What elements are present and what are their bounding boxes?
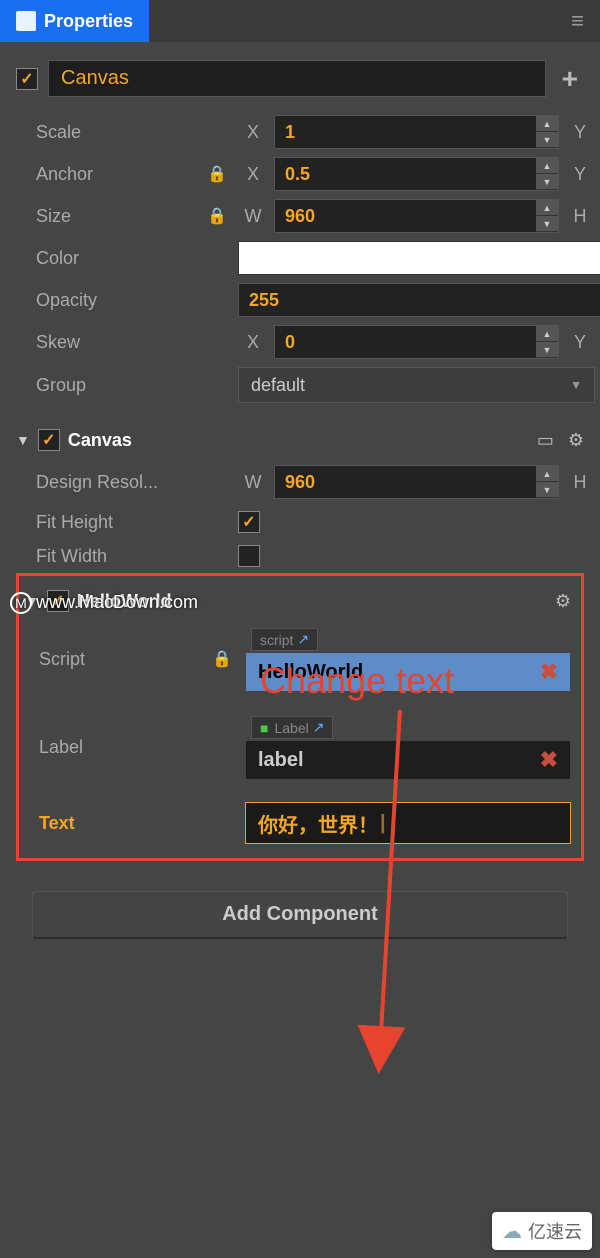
- hello-comp-title: HelloWorld: [77, 591, 172, 612]
- script-field[interactable]: HelloWorld ✖: [245, 652, 571, 692]
- stepper-up-icon[interactable]: ▲: [536, 116, 558, 132]
- group-select[interactable]: default: [238, 367, 595, 403]
- axis-x-label: X: [238, 122, 268, 143]
- panel-menu-icon[interactable]: ≡: [555, 8, 600, 34]
- fit-height-label: Fit Height: [36, 512, 196, 533]
- tab-label: Properties: [44, 11, 133, 32]
- node-enabled-checkbox[interactable]: [16, 68, 38, 90]
- design-res-label: Design Resol...: [36, 472, 196, 493]
- link-icon[interactable]: ↗: [297, 631, 309, 648]
- help-book-icon[interactable]: ▭: [537, 430, 554, 451]
- fit-height-checkbox[interactable]: [238, 511, 260, 533]
- corner-badge: ☁ 亿速云: [492, 1212, 592, 1250]
- collapse-icon[interactable]: ▼: [16, 432, 30, 448]
- fit-width-checkbox[interactable]: [238, 545, 260, 567]
- lock-icon[interactable]: 🔒: [202, 164, 232, 184]
- opacity-label: Opacity: [36, 290, 196, 311]
- axis-y-label: Y: [565, 122, 595, 143]
- scale-x-input[interactable]: ▲▼: [274, 115, 559, 149]
- annotation-highlight-box: ▼ HelloWorld ⚙ Script 🔒 script↗ HelloWor…: [16, 573, 584, 861]
- lock-icon: 🔒: [207, 649, 237, 669]
- clear-icon[interactable]: ✖: [540, 659, 558, 685]
- scale-label: Scale: [36, 122, 196, 143]
- size-w-input[interactable]: ▲▼: [274, 199, 559, 233]
- anchor-label: Anchor: [36, 164, 196, 185]
- text-input[interactable]: 你好，世界！|: [245, 802, 571, 844]
- color-label: Color: [36, 248, 196, 269]
- add-node-button[interactable]: +: [556, 63, 584, 95]
- node-name-field[interactable]: Canvas: [48, 60, 546, 97]
- properties-panel: Canvas + Scale X ▲▼ Y ▲▼ Anchor 🔒 X ▲▼ Y…: [0, 42, 600, 957]
- color-picker[interactable]: [238, 241, 600, 275]
- label-field[interactable]: label ✖: [245, 740, 571, 780]
- tab-bar: Properties ≡: [0, 0, 600, 42]
- canvas-component-header[interactable]: ▼ Canvas ▭ ⚙: [16, 429, 584, 451]
- tab-properties[interactable]: Properties: [0, 0, 149, 42]
- node-props-grid: Scale X ▲▼ Y ▲▼ Anchor 🔒 X ▲▼ Y ▲▼ Size …: [36, 115, 584, 403]
- link-icon[interactable]: ↗: [313, 719, 325, 736]
- clear-icon[interactable]: ✖: [540, 747, 558, 773]
- design-w-input[interactable]: ▲▼: [274, 465, 559, 499]
- canvas-comp-title: Canvas: [68, 430, 132, 451]
- fit-width-label: Fit Width: [36, 546, 196, 567]
- canvas-props: Design Resol... W ▲▼ H ▲▼ Fit Height Fit…: [36, 465, 584, 567]
- group-label: Group: [36, 375, 196, 396]
- hello-component-header[interactable]: ▼ HelloWorld ⚙: [25, 590, 571, 612]
- label-tag: ■Label↗: [251, 716, 333, 739]
- gear-icon[interactable]: ⚙: [555, 591, 571, 612]
- node-header: Canvas +: [16, 60, 584, 97]
- canvas-enabled-checkbox[interactable]: [38, 429, 60, 451]
- label-prop-label: Label: [39, 737, 199, 758]
- script-tag: script↗: [251, 628, 318, 651]
- size-label: Size: [36, 206, 196, 227]
- script-label: Script: [39, 649, 199, 670]
- gear-icon[interactable]: ⚙: [568, 430, 584, 451]
- cloud-icon: ☁: [502, 1219, 522, 1244]
- text-prop-label: Text: [39, 813, 199, 834]
- stepper-down-icon[interactable]: ▼: [536, 132, 558, 148]
- lock-icon[interactable]: 🔒: [202, 206, 232, 226]
- anchor-x-input[interactable]: ▲▼: [274, 157, 559, 191]
- opacity-input[interactable]: ▲▼: [238, 283, 600, 317]
- add-component-button[interactable]: Add Component: [32, 891, 568, 939]
- skew-x-input[interactable]: ▲▼: [274, 325, 559, 359]
- skew-label: Skew: [36, 332, 196, 353]
- collapse-icon[interactable]: ▼: [25, 593, 39, 609]
- hello-enabled-checkbox[interactable]: [47, 590, 69, 612]
- properties-icon: [16, 11, 36, 31]
